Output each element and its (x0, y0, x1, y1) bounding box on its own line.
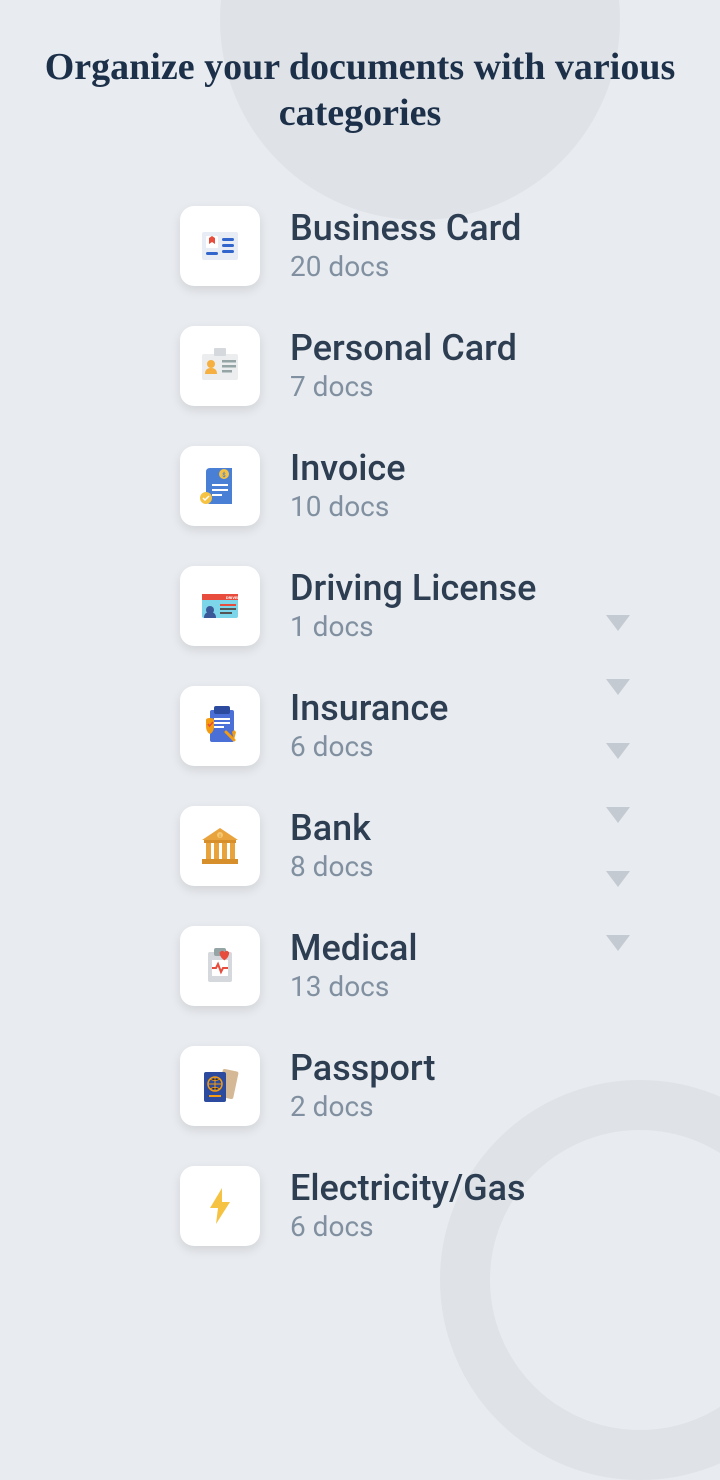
category-info: Bank 8 docs (290, 809, 374, 884)
category-info: Passport 2 docs (290, 1049, 436, 1124)
passport-icon (180, 1046, 260, 1126)
category-info: Medical 13 docs (290, 929, 418, 1004)
svg-text:$: $ (222, 472, 226, 479)
category-count: 1 docs (290, 610, 536, 643)
category-driving-license[interactable]: DRIVER Driving License 1 docs (180, 566, 680, 646)
page-heading: Organize your documents with various cat… (40, 45, 680, 136)
category-bank[interactable]: $ Bank 8 docs (180, 806, 680, 886)
category-count: 2 docs (290, 1090, 436, 1123)
category-personal-card[interactable]: Personal Card 7 docs (180, 326, 680, 406)
business-card-icon (180, 206, 260, 286)
category-count: 7 docs (290, 370, 517, 403)
category-count: 20 docs (290, 250, 521, 283)
category-title: Medical (290, 929, 418, 969)
category-business-card[interactable]: Business Card 20 docs (180, 206, 680, 286)
category-info: Electricity/Gas 6 docs (290, 1169, 526, 1244)
chevron-down-icon (606, 679, 630, 695)
category-list: Business Card 20 docs Personal Card 7 do… (40, 206, 680, 1246)
category-title: Bank (290, 809, 374, 849)
invoice-icon: $ (180, 446, 260, 526)
category-title: Electricity/Gas (290, 1169, 526, 1209)
chevron-down-icon (606, 615, 630, 631)
category-info: Invoice 10 docs (290, 449, 406, 524)
category-insurance[interactable]: Insurance 6 docs (180, 686, 680, 766)
category-title: Insurance (290, 689, 448, 729)
chevron-down-icon (606, 807, 630, 823)
chevron-down-icon (606, 871, 630, 887)
category-info: Insurance 6 docs (290, 689, 448, 764)
electricity-icon (180, 1166, 260, 1246)
category-count: 6 docs (290, 1210, 526, 1243)
bank-icon: $ (180, 806, 260, 886)
category-passport[interactable]: Passport 2 docs (180, 1046, 680, 1126)
chevron-down-icon (606, 743, 630, 759)
svg-text:DRIVER: DRIVER (226, 595, 240, 600)
category-medical[interactable]: Medical 13 docs (180, 926, 680, 1006)
category-count: 8 docs (290, 850, 374, 883)
category-count: 10 docs (290, 490, 406, 523)
driving-license-icon: DRIVER (180, 566, 260, 646)
category-title: Business Card (290, 209, 521, 249)
category-count: 13 docs (290, 970, 418, 1003)
category-info: Personal Card 7 docs (290, 329, 517, 404)
category-title: Passport (290, 1049, 436, 1089)
scroll-indicator (606, 615, 630, 951)
insurance-icon (180, 686, 260, 766)
category-info: Driving License 1 docs (290, 569, 536, 644)
category-title: Invoice (290, 449, 406, 489)
category-info: Business Card 20 docs (290, 209, 521, 284)
personal-card-icon (180, 326, 260, 406)
chevron-down-icon (606, 935, 630, 951)
medical-icon (180, 926, 260, 1006)
category-invoice[interactable]: $ Invoice 10 docs (180, 446, 680, 526)
category-count: 6 docs (290, 730, 448, 763)
category-title: Driving License (290, 569, 536, 609)
category-electricity-gas[interactable]: Electricity/Gas 6 docs (180, 1166, 680, 1246)
category-title: Personal Card (290, 329, 517, 369)
